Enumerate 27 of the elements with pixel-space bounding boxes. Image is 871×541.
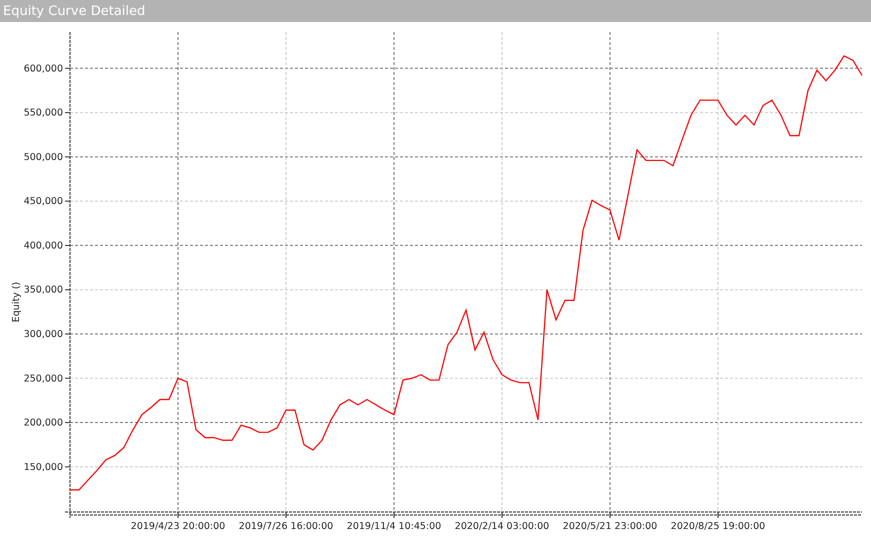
x-axis-label: 2020/8/25 19:00:00 bbox=[670, 521, 766, 532]
tick-mark bbox=[64, 68, 70, 69]
y-axis-label: 500,000 bbox=[24, 152, 63, 163]
tick-mark bbox=[64, 466, 70, 468]
y-axis-label: 150,000 bbox=[24, 462, 63, 473]
x-axis-label: 2019/7/26 16:00:00 bbox=[238, 521, 334, 532]
x-axis-label: 2019/11/4 10:45:00 bbox=[346, 521, 442, 532]
y-axis-label: 400,000 bbox=[24, 240, 63, 252]
x-axis-label: 2020/2/14 03:00:00 bbox=[454, 521, 550, 532]
y-axis-label: 350,000 bbox=[24, 284, 63, 296]
tick-mark bbox=[64, 378, 70, 379]
y-axis-title: Equity () bbox=[11, 282, 22, 322]
tick-mark bbox=[64, 156, 70, 158]
x-axis-label: 2019/4/23 20:00:00 bbox=[130, 521, 226, 532]
y-axis-label: 300,000 bbox=[24, 329, 63, 340]
tick-mark bbox=[64, 200, 70, 202]
tick-mark bbox=[64, 112, 70, 114]
y-axis-label: 600,000 bbox=[24, 63, 63, 74]
x-axis-label: 2020/5/21 23:00:00 bbox=[562, 521, 658, 532]
y-axis-label: 200,000 bbox=[24, 418, 63, 429]
y-axis-label: 250,000 bbox=[24, 373, 63, 384]
y-axis-label: 450,000 bbox=[24, 196, 63, 208]
tick-mark bbox=[64, 422, 70, 424]
tick-mark bbox=[64, 289, 70, 290]
y-axis-label: 550,000 bbox=[24, 108, 63, 119]
window-title: Equity Curve Detailed bbox=[3, 4, 146, 18]
tick-mark bbox=[64, 244, 70, 246]
